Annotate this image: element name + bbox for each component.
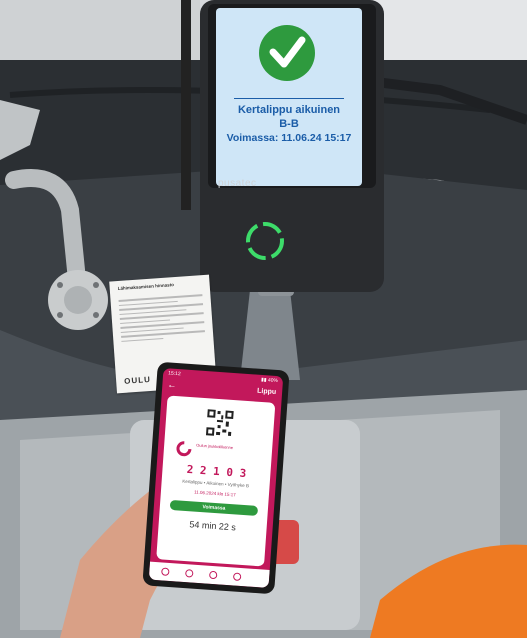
transit-logo-icon: [176, 441, 192, 457]
nav-more-icon[interactable]: [232, 572, 242, 581]
nav-tickets-icon[interactable]: [185, 569, 194, 578]
nfc-reader-icon: [246, 222, 284, 260]
divider: [234, 98, 344, 99]
ticket-valid-until: 11.06.2024 klo 15:17: [193, 489, 236, 498]
qr-code-icon: [204, 408, 235, 439]
countdown-timer: 54 min 22 s: [189, 519, 237, 533]
ticket-card: Oulun joukkoliikenne 2 2 1 0 3 Kertalipp…: [156, 395, 276, 567]
nav-map-icon[interactable]: [208, 570, 218, 580]
smartphone: 15:12 ▮▮ 40% ← Lippu Oulun joukkoliikenn…: [142, 361, 290, 595]
validator-brand: pusatec: [218, 178, 257, 189]
validator-screen: Kertalippu aikuinen B-B Voimassa: 11.06.…: [216, 8, 362, 186]
ticket-app: 15:12 ▮▮ 40% ← Lippu Oulun joukkoliikenn…: [148, 368, 284, 588]
photo-scene: Kertalippu aikuinen B-B Voimassa: 11.06.…: [0, 0, 527, 638]
back-arrow-icon[interactable]: ←: [167, 379, 177, 390]
nav-home-icon[interactable]: [161, 567, 170, 576]
app-title: Lippu: [256, 387, 277, 396]
status-icons: ▮▮ 40%: [260, 376, 279, 385]
oulu-logo: OULU: [123, 374, 152, 386]
ticket-name: Kertalippu aikuinen: [237, 104, 341, 116]
ticket-zone: B-B: [279, 118, 299, 130]
valid-status-bar: Voimassa: [169, 499, 259, 516]
notice-text: [118, 291, 205, 345]
check-icon: [259, 25, 315, 81]
ticket-valid-until: Voimassa: 11.06.24 15:17: [226, 132, 352, 144]
notice-title: Lähimaksamisen hinnasto: [117, 282, 175, 292]
status-time: 15:12: [167, 370, 181, 378]
provider-name: Oulun joukkoliikenne: [196, 442, 234, 451]
